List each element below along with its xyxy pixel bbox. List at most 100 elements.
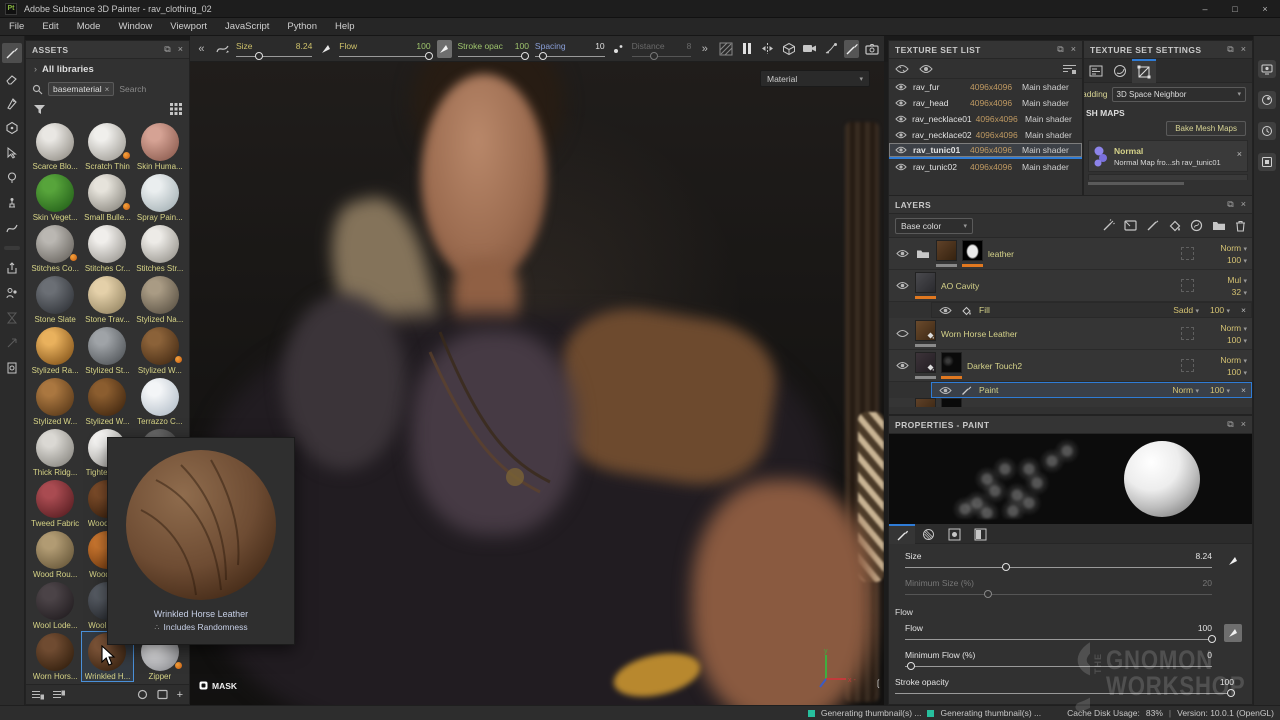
blend-mode-select[interactable]: Mul ▾: [1227, 275, 1247, 285]
tab-brush-icon[interactable]: [889, 524, 915, 544]
asset-item[interactable]: Skin Veget...: [29, 172, 81, 223]
asset-item[interactable]: Scratch Thin: [81, 121, 133, 172]
asset-item[interactable]: Wool Lode...: [29, 580, 81, 631]
clone-tool[interactable]: [2, 168, 22, 188]
layer-opacity-select[interactable]: 100 ▾: [1227, 255, 1247, 265]
mask-thumbnail[interactable]: [962, 240, 983, 261]
bake-tool[interactable]: [2, 358, 22, 378]
asset-item[interactable]: Skin Huma...: [134, 121, 186, 172]
asset-item[interactable]: Stylized Na...: [134, 274, 186, 325]
scatter-icon[interactable]: [611, 40, 626, 58]
layer-row[interactable]: leather Norm ▾100 ▾: [889, 238, 1252, 270]
effect-opacity-select[interactable]: 100 ▾: [1210, 305, 1230, 315]
camera-icon[interactable]: [802, 40, 817, 58]
clear-map-icon[interactable]: ×: [1237, 149, 1242, 159]
asset-item[interactable]: Worn Hors...: [29, 631, 81, 682]
tab-general-icon[interactable]: [1084, 59, 1108, 83]
effect-row[interactable]: Paint Norm ▾ 100 ▾ ×: [931, 382, 1252, 398]
eye-icon[interactable]: [937, 306, 953, 315]
effect-row[interactable]: Fill Sadd ▾ 100 ▾ ×: [931, 302, 1252, 318]
add-group-icon[interactable]: [1212, 220, 1226, 231]
screenshot-icon[interactable]: [865, 40, 880, 58]
visibility-icon[interactable]: [919, 64, 933, 74]
minimize-button[interactable]: –: [1190, 0, 1220, 17]
smudge-tool[interactable]: [2, 143, 22, 163]
add-smart-mask-icon[interactable]: [1124, 219, 1137, 232]
eye-icon[interactable]: [893, 99, 909, 107]
new-folder-icon[interactable]: [157, 689, 168, 700]
stamp-tool[interactable]: [2, 193, 22, 213]
asset-item[interactable]: Thick Ridg...: [29, 427, 81, 478]
horizontal-scrollbar[interactable]: [1088, 182, 1184, 185]
layer-opacity-select[interactable]: 100 ▾: [1227, 367, 1247, 377]
filter-funnel-icon[interactable]: [33, 104, 46, 115]
close-panel-icon[interactable]: ×: [178, 44, 183, 55]
layer-opacity-select[interactable]: 32 ▾: [1232, 287, 1247, 297]
blend-mode-select[interactable]: Norm ▾: [1220, 355, 1247, 365]
asset-item[interactable]: Stitches Co...: [29, 223, 81, 274]
bake-mesh-maps-button[interactable]: Bake Mesh Maps: [1166, 121, 1246, 136]
resources-tool[interactable]: [2, 283, 22, 303]
menu-item[interactable]: Python: [278, 21, 326, 32]
pen-pressure-flow-icon[interactable]: [437, 40, 452, 58]
refresh-icon[interactable]: [137, 689, 148, 700]
stroke-opacity-slider[interactable]: Stroke opacity100: [895, 673, 1234, 700]
texture-set-row[interactable]: rav_necklace01 4096x4096 Main shader: [889, 111, 1082, 127]
close-panel-icon[interactable]: ×: [1241, 44, 1246, 55]
menu-item[interactable]: Help: [326, 21, 364, 32]
paint-mode-icon[interactable]: [844, 40, 859, 58]
library-selector[interactable]: ›All libraries: [26, 59, 189, 79]
display-settings-icon[interactable]: [1258, 60, 1276, 78]
close-panel-icon[interactable]: ×: [1241, 199, 1246, 210]
eye-icon[interactable]: [894, 281, 910, 290]
flow-slider[interactable]: Flow100: [339, 36, 430, 61]
eye-off-icon[interactable]: [894, 329, 910, 338]
layer-thumbnail[interactable]: [915, 272, 936, 293]
eraser-tool[interactable]: [2, 68, 22, 88]
close-panel-icon[interactable]: ×: [1241, 419, 1246, 430]
viewport-shading-dropdown[interactable]: Material▾: [760, 70, 870, 87]
layer-thumbnail[interactable]: [915, 352, 936, 373]
eye-icon[interactable]: [937, 386, 953, 395]
asset-item[interactable]: Small Bulle...: [81, 172, 133, 223]
eye-icon[interactable]: [893, 131, 908, 139]
asset-item[interactable]: Stylized Ra...: [29, 325, 81, 376]
add-paint-layer-icon[interactable]: [1146, 219, 1159, 232]
tab-material-icon[interactable]: [967, 524, 993, 544]
float-panel-icon[interactable]: ⧉: [1227, 44, 1233, 55]
asset-item[interactable]: Wood Rou...: [29, 529, 81, 580]
history-panel-icon[interactable]: [1258, 122, 1276, 140]
layer-thumbnail[interactable]: [936, 240, 957, 261]
texture-set-row[interactable]: rav_tunic02 4096x4096 Main shader: [889, 159, 1082, 175]
export-tool[interactable]: [2, 258, 22, 278]
stroke-opacity-slider[interactable]: Stroke opac100: [458, 36, 529, 61]
asset-item[interactable]: Stitches Cr...: [81, 223, 133, 274]
layer-thumbnail[interactable]: [915, 320, 936, 341]
menu-item[interactable]: JavaScript: [216, 21, 278, 32]
layer-row[interactable]: AO Cavity Mul ▾32 ▾: [889, 270, 1252, 302]
texture-set-row[interactable]: rav_necklace02 4096x4096 Main shader: [889, 127, 1082, 143]
eye-icon[interactable]: [893, 115, 908, 123]
projection-tool[interactable]: [2, 93, 22, 113]
minimum-flow-slider[interactable]: Minimum Flow (%)0: [905, 646, 1212, 673]
asset-item[interactable]: Stylized W...: [134, 325, 186, 376]
texture-set-row[interactable]: rav_fur 4096x4096 Main shader: [889, 79, 1082, 95]
symmetry-icon[interactable]: [760, 40, 775, 58]
pen-pressure-toggle[interactable]: [1224, 624, 1242, 642]
float-panel-icon[interactable]: ⧉: [164, 44, 170, 55]
filter-list-icon[interactable]: [1063, 64, 1076, 74]
channel-filter-dropdown[interactable]: Base color▾: [895, 218, 973, 234]
layer-opacity-select[interactable]: 100 ▾: [1227, 335, 1247, 345]
polygon-fill-tool[interactable]: [2, 118, 22, 138]
spacing-slider[interactable]: Spacing10: [535, 36, 605, 61]
asset-item[interactable]: Stylized W...: [81, 376, 133, 427]
float-panel-icon[interactable]: ⧉: [1227, 199, 1233, 210]
minimum-size-slider[interactable]: Minimum Size (%)20: [905, 574, 1212, 601]
search-filter-tag[interactable]: basematerial×: [48, 82, 114, 96]
search-input[interactable]: Search: [119, 84, 146, 94]
particles-icon[interactable]: [823, 40, 838, 58]
eye-icon[interactable]: [894, 249, 910, 258]
menu-item[interactable]: Viewport: [161, 21, 216, 32]
detail-view-icon[interactable]: [53, 690, 65, 700]
blend-mode-select[interactable]: Sadd ▾: [1173, 305, 1199, 315]
